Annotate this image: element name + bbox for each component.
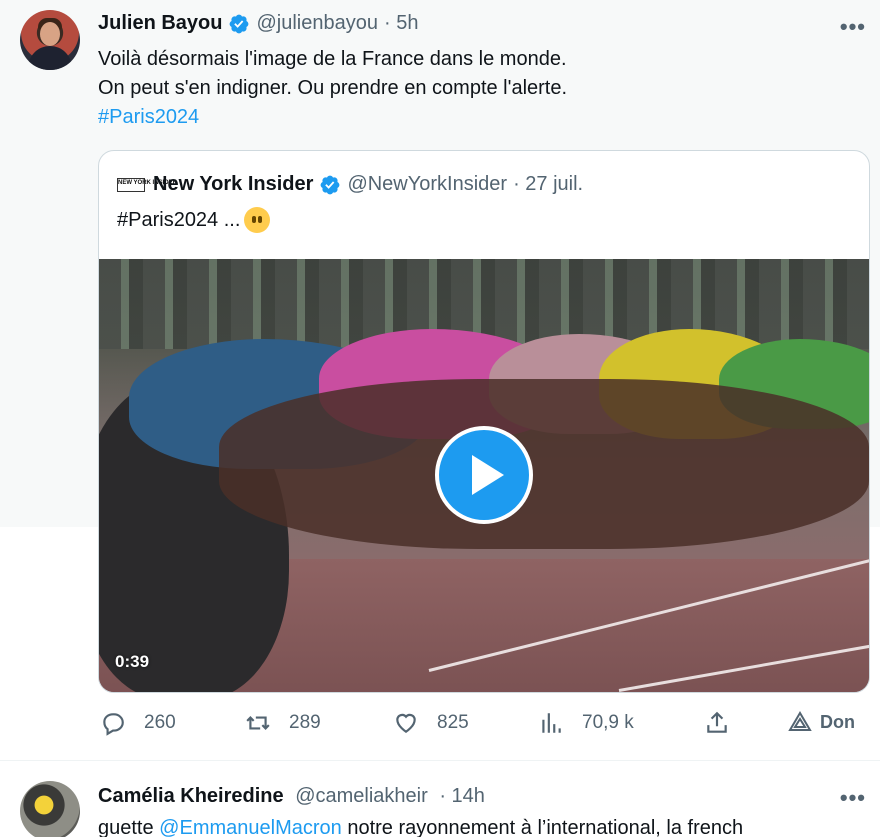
quoted-author-handle[interactable]: @NewYorkInsider bbox=[347, 173, 507, 196]
avatar[interactable] bbox=[20, 781, 80, 837]
more-options-icon[interactable]: ••• bbox=[840, 785, 866, 811]
athlete-arms bbox=[219, 379, 869, 549]
no-mouth-face-emoji-icon bbox=[244, 207, 271, 233]
mention-link[interactable]: @EmmanuelMacron bbox=[159, 817, 342, 837]
quoted-tweet-time[interactable]: · 27 juil. bbox=[513, 173, 583, 196]
tweet-text-prefix: guette bbox=[98, 817, 160, 837]
donate-triangle-icon bbox=[788, 711, 812, 731]
author-handle[interactable]: @cameliakheir bbox=[295, 785, 428, 807]
video-duration: 0:39 bbox=[115, 652, 150, 671]
tweet-secondary[interactable]: Camélia Kheiredine @cameliakheir · 14h •… bbox=[0, 761, 880, 837]
retweet-button[interactable]: 289 bbox=[245, 710, 321, 736]
avatar[interactable] bbox=[20, 10, 80, 70]
tweet-text: Voilà désormais l'image de la France dan… bbox=[98, 45, 567, 132]
author-name[interactable]: Camélia Kheiredine bbox=[98, 785, 284, 807]
tweet-text-line: Voilà désormais l'image de la France dan… bbox=[98, 48, 567, 70]
quoted-author-avatar[interactable]: NEW YORK INSIDER bbox=[117, 177, 177, 192]
reply-button[interactable]: 260 bbox=[100, 710, 176, 736]
avatar-suit bbox=[28, 46, 72, 70]
quoted-tweet-text: #Paris2024 ... bbox=[117, 208, 241, 231]
donate-button[interactable]: Don bbox=[788, 710, 855, 734]
author-name[interactable]: Julien Bayou bbox=[98, 12, 222, 35]
views-button[interactable]: 70,9 k bbox=[538, 710, 634, 736]
quoted-tweet[interactable]: NEW YORK INSIDER New York Insider @NewYo… bbox=[98, 150, 870, 693]
tweet-actions: 260 289 825 70,9 k Don bbox=[98, 710, 868, 746]
share-icon bbox=[707, 711, 727, 733]
views-chart-icon bbox=[542, 713, 561, 733]
verified-badge-icon bbox=[230, 14, 249, 33]
author-handle[interactable]: @julienbayou bbox=[256, 12, 378, 35]
quoted-tweet-header: NEW YORK INSIDER New York Insider @NewYo… bbox=[117, 173, 583, 196]
like-count: 825 bbox=[437, 712, 469, 733]
tweet-text-suffix: notre rayonnement à l’international, la … bbox=[341, 817, 744, 837]
heart-icon bbox=[396, 713, 416, 733]
video-player[interactable]: 0:39 bbox=[99, 259, 869, 692]
views-count: 70,9 k bbox=[582, 712, 634, 733]
play-icon bbox=[472, 455, 504, 495]
tweet-time[interactable]: · 14h bbox=[439, 785, 485, 807]
quoted-author-name[interactable]: New York Insider bbox=[153, 173, 313, 196]
hashtag-link[interactable]: #Paris2024 bbox=[98, 103, 567, 132]
tweet-header: Camélia Kheiredine @cameliakheir · 14h bbox=[98, 785, 485, 808]
verified-badge-icon bbox=[321, 175, 340, 194]
share-button[interactable] bbox=[704, 710, 748, 736]
reply-count: 260 bbox=[144, 712, 176, 733]
reply-icon bbox=[103, 713, 124, 736]
tweet-text: guette @EmmanuelMacron notre rayonnement… bbox=[98, 817, 743, 837]
donate-label: Don bbox=[820, 711, 855, 732]
more-options-icon[interactable]: ••• bbox=[840, 14, 866, 40]
tweet-header: Julien Bayou @julienbayou · 5h bbox=[98, 12, 418, 35]
tweet-main[interactable]: Julien Bayou @julienbayou · 5h ••• Voilà… bbox=[0, 0, 880, 760]
tweet-time[interactable]: · 5h bbox=[384, 12, 418, 35]
tweet-text-line: On peut s'en indigner. Ou prendre en com… bbox=[98, 77, 568, 99]
quoted-tweet-text-row: #Paris2024 ... bbox=[117, 207, 271, 233]
retweet-icon bbox=[246, 716, 270, 730]
avatar-face bbox=[40, 22, 60, 46]
like-button[interactable]: 825 bbox=[393, 710, 469, 736]
retweet-count: 289 bbox=[289, 712, 321, 733]
play-button[interactable] bbox=[435, 426, 533, 524]
